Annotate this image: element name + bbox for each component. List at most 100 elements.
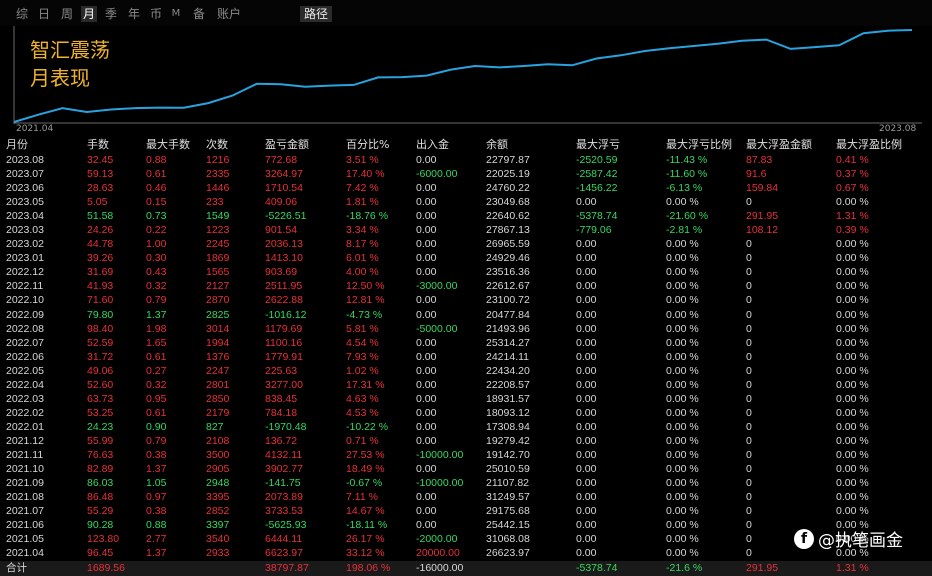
table-cell: 0.00 bbox=[416, 406, 437, 419]
table-cell: 0.15 bbox=[146, 196, 167, 209]
table-cell: 41.93 bbox=[87, 280, 114, 293]
tab-quarter[interactable]: 季 bbox=[103, 6, 119, 22]
table-cell: 0.00 bbox=[416, 364, 437, 377]
table-cell: 1.65 bbox=[146, 336, 167, 349]
table-cell: 0 bbox=[746, 238, 752, 251]
tab-note[interactable]: 备 bbox=[191, 6, 207, 22]
table-cell: 233 bbox=[206, 196, 224, 209]
tab-day[interactable]: 日 bbox=[36, 6, 52, 22]
table-cell: 0.79 bbox=[146, 434, 167, 447]
col-lots: 手数 bbox=[87, 138, 109, 151]
table-cell: 31.72 bbox=[87, 350, 114, 363]
table-cell: 31068.08 bbox=[486, 533, 530, 546]
table-cell: 0.00 % bbox=[666, 252, 699, 265]
col-max-lots: 最大手数 bbox=[146, 138, 190, 151]
tab-path[interactable]: 路径 bbox=[300, 6, 333, 22]
table-cell: 0.00 bbox=[576, 434, 597, 447]
table-cell: 2023.01 bbox=[6, 252, 44, 265]
table-cell: 0.00 % bbox=[666, 406, 699, 419]
table-cell: 2870 bbox=[206, 294, 230, 307]
table-cell: 901.54 bbox=[265, 224, 298, 237]
table-cell: 0.00 bbox=[576, 491, 597, 504]
table-cell: 2023.02 bbox=[6, 238, 44, 251]
table-cell: 52.59 bbox=[87, 336, 114, 349]
table-cell: 903.69 bbox=[265, 266, 298, 279]
table-cell: -2520.59 bbox=[576, 154, 618, 166]
table-cell: 0.32 bbox=[146, 378, 167, 391]
table-cell: 14.67 % bbox=[346, 505, 385, 518]
tab-m[interactable]: M bbox=[170, 6, 182, 22]
table-cell: 0.00 % bbox=[836, 308, 869, 321]
table-cell: 0.00 % bbox=[666, 308, 699, 321]
tab-currency[interactable]: 币 bbox=[148, 6, 164, 22]
tab-week[interactable]: 周 bbox=[59, 6, 75, 22]
tab-account[interactable]: 账户 bbox=[214, 6, 244, 22]
table-cell: 2825 bbox=[206, 308, 230, 321]
table-cell: 0.00 bbox=[576, 308, 597, 321]
table-cell: 0.88 bbox=[146, 519, 167, 532]
tab-summary[interactable]: 综 bbox=[14, 6, 30, 22]
table-cell: 0.00 % bbox=[836, 392, 869, 405]
table-cell: 17308.94 bbox=[486, 420, 530, 433]
table-cell: 2022.02 bbox=[6, 406, 44, 419]
table-cell: 1549 bbox=[206, 210, 230, 223]
table-row: 2021.06 90.28 0.88 3397 -5625.93 -18.11 % 0.00… bbox=[0, 518, 932, 532]
table-cell: 1376 bbox=[206, 350, 230, 363]
table-cell: 0.00 bbox=[416, 434, 437, 447]
table-cell: 32.45 bbox=[87, 154, 114, 166]
table-cell: 0.38 bbox=[146, 505, 167, 518]
table-row: 2022.05 49.06 0.27 2247 225.63 1.02 % 0.00 2243… bbox=[0, 364, 932, 378]
table-cell: 2021.07 bbox=[6, 505, 44, 518]
table-cell: 0.00 bbox=[576, 547, 597, 560]
table-cell: 71.60 bbox=[87, 294, 114, 307]
table-cell: 159.84 bbox=[746, 182, 779, 195]
table-cell: 0.00 bbox=[416, 519, 437, 532]
table-cell: 49.06 bbox=[87, 364, 114, 377]
table-cell: 772.68 bbox=[265, 154, 298, 166]
strategy-name: 智汇震荡 bbox=[30, 38, 110, 62]
table-cell: 0.00 % bbox=[666, 294, 699, 307]
table-cell: 0.00 % bbox=[836, 463, 869, 476]
table-cell: 0.00 bbox=[416, 210, 437, 223]
table-cell: 0.00 % bbox=[836, 505, 869, 518]
table-cell: 22025.19 bbox=[486, 168, 530, 181]
table-cell: 0 bbox=[746, 336, 752, 349]
table-cell: 2021.05 bbox=[6, 533, 44, 546]
table-cell: 0.00 % bbox=[666, 196, 699, 209]
table-cell: 0.00 % bbox=[666, 434, 699, 447]
table-cell: 39.26 bbox=[87, 252, 114, 265]
table-cell: 2511.95 bbox=[265, 280, 303, 293]
table-cell: 20477.84 bbox=[486, 308, 530, 321]
table-body: 2023.08 32.45 0.88 1216 772.68 3.51 % 0.00 2279… bbox=[0, 153, 932, 560]
table-cell: 0.00 % bbox=[666, 519, 699, 532]
table-row: 2022.07 52.59 1.65 1994 1100.16 4.54 % 0.00 253… bbox=[0, 336, 932, 350]
table-cell: 8.17 % bbox=[346, 238, 379, 251]
tab-month[interactable]: 月 bbox=[81, 6, 97, 22]
table-cell: 25314.27 bbox=[486, 336, 530, 349]
table-cell: 22612.67 bbox=[486, 280, 530, 293]
table-cell: 0 bbox=[746, 491, 752, 504]
table-cell: 2021.12 bbox=[6, 434, 44, 447]
table-cell: 0.00 % bbox=[836, 266, 869, 279]
tab-year[interactable]: 年 bbox=[126, 6, 142, 22]
table-cell: 0.00 bbox=[416, 196, 437, 209]
table-cell: 0.27 bbox=[146, 364, 167, 377]
axis-start-label: 2021.04 bbox=[16, 124, 54, 134]
table-cell: 0.00 % bbox=[836, 406, 869, 419]
table-cell: 3733.53 bbox=[265, 505, 303, 518]
table-cell: -3000.00 bbox=[416, 280, 458, 293]
table-cell: 24929.46 bbox=[486, 252, 530, 265]
table-cell: 0.00 % bbox=[836, 477, 869, 490]
table-cell: 0.00 bbox=[416, 238, 437, 251]
table-cell: 0.00 % bbox=[836, 364, 869, 377]
table-cell: 2022.11 bbox=[6, 280, 44, 293]
table-row: 2023.05 5.05 0.15 233 409.06 1.81 % 0.00 23049.… bbox=[0, 195, 932, 209]
table-cell: 0.00 % bbox=[666, 392, 699, 405]
table-cell: 1216 bbox=[206, 154, 230, 166]
table-row: 2021.07 55.29 0.38 2852 3733.53 14.67 % 0.00 29… bbox=[0, 504, 932, 518]
table-cell: 22434.20 bbox=[486, 364, 530, 377]
table-cell: 0.00 bbox=[576, 294, 597, 307]
table-cell: 0.71 % bbox=[346, 434, 379, 447]
table-cell: 0.00 % bbox=[836, 322, 869, 335]
table-row: 2021.09 86.03 1.05 2948 -141.75 -0.67 % -10000… bbox=[0, 476, 932, 490]
